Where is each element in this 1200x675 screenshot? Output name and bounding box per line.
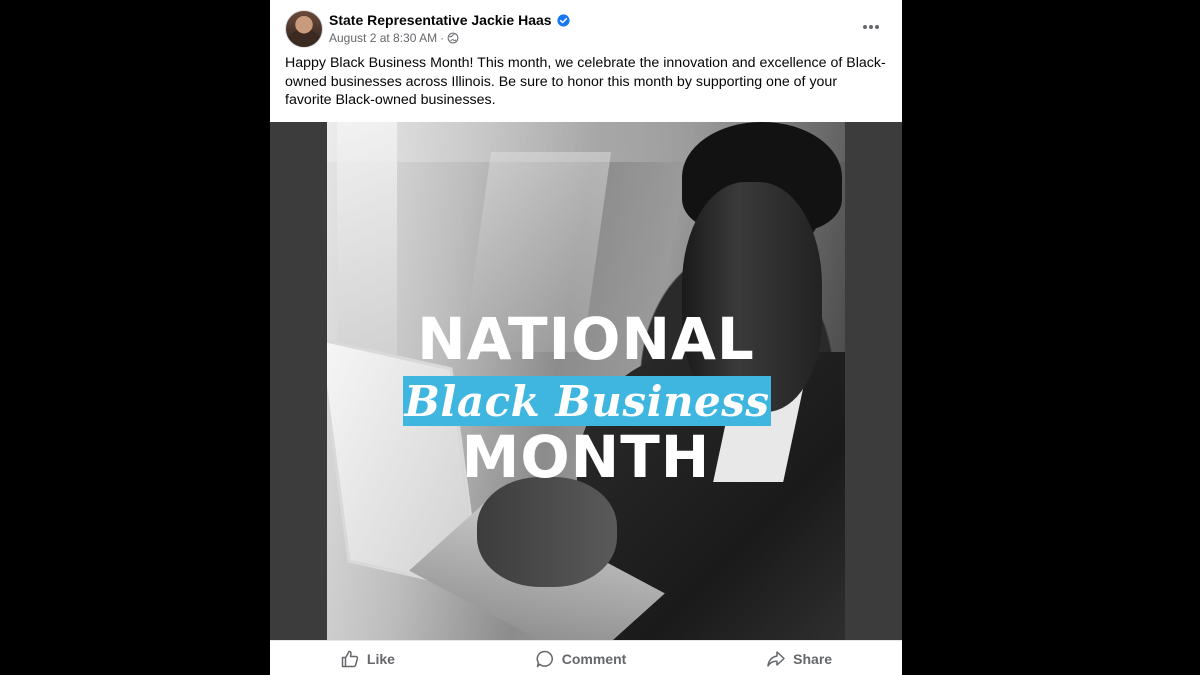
like-button[interactable]: Like xyxy=(330,645,405,673)
post-timestamp[interactable]: August 2 at 8:30 AM xyxy=(329,31,437,45)
globe-icon xyxy=(447,32,459,44)
photo-hands xyxy=(477,477,617,587)
comment-button[interactable]: Comment xyxy=(525,645,637,673)
post-photo[interactable]: NATIONAL Black Business MONTH xyxy=(327,122,845,640)
author-avatar[interactable] xyxy=(285,10,323,48)
image-headline-national: NATIONAL xyxy=(417,305,755,373)
author-name-row: State Representative Jackie Haas xyxy=(329,12,570,28)
more-options-icon[interactable] xyxy=(858,14,884,40)
comment-bubble-icon xyxy=(536,650,553,667)
post-caption: Happy Black Business Month! This month, … xyxy=(285,55,886,108)
thumbs-up-icon xyxy=(341,650,359,667)
share-button[interactable]: Share xyxy=(756,645,842,673)
share-label: Share xyxy=(793,650,833,667)
meta-separator: · xyxy=(440,31,445,45)
image-headline-month: MONTH xyxy=(461,423,711,491)
image-headline-black-business: Black Business xyxy=(404,376,770,426)
author-name[interactable]: State Representative Jackie Haas xyxy=(329,12,552,28)
post-header: State Representative Jackie Haas August … xyxy=(270,0,902,56)
facebook-post: State Representative Jackie Haas August … xyxy=(270,0,902,675)
post-actions-bar: Like Comment Share xyxy=(270,640,902,675)
verified-badge-icon xyxy=(556,13,570,27)
share-arrow-icon xyxy=(767,650,785,667)
post-meta: August 2 at 8:30 AM · xyxy=(329,31,459,45)
like-label: Like xyxy=(366,650,395,667)
post-media[interactable]: NATIONAL Black Business MONTH xyxy=(270,122,902,640)
comment-label: Comment xyxy=(561,650,627,667)
